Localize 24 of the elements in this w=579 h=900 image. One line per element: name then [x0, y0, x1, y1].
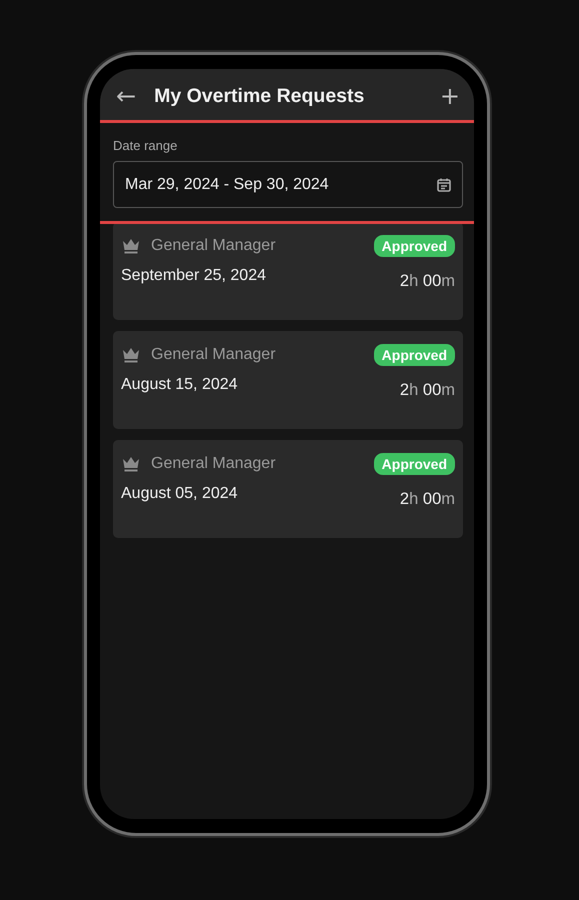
request-card[interactable]: General Manager Approved August 15, 2024 2h 00m	[113, 331, 463, 429]
status-badge: Approved	[374, 344, 455, 366]
status-badge: Approved	[374, 235, 455, 257]
crown-icon	[121, 347, 141, 363]
approver-name: General Manager	[151, 346, 277, 364]
request-card[interactable]: General Manager Approved August 05, 2024 2h 00m	[113, 440, 463, 538]
calendar-icon[interactable]	[436, 176, 452, 192]
duration: 2h 00m	[400, 272, 455, 291]
request-date: August 15, 2024	[121, 376, 239, 394]
request-date: September 25, 2024	[121, 266, 267, 284]
back-button[interactable]: ←	[116, 82, 136, 110]
crown-icon	[121, 456, 141, 472]
status-badge: Approved	[374, 453, 455, 475]
field-label: Date range	[113, 138, 178, 153]
crown-icon	[121, 238, 141, 254]
duration: 2h 00m	[400, 381, 455, 400]
add-button[interactable]: +	[440, 82, 460, 110]
request-date: August 05, 2024	[121, 484, 239, 502]
approver-name: General Manager	[151, 237, 277, 255]
duration: 2h 00m	[400, 490, 455, 509]
approver-name: General Manager	[151, 455, 277, 473]
request-card[interactable]: General Manager Approved September 25, 2024 2h 00m	[113, 222, 463, 320]
screen-title: My Overtime Requests	[154, 84, 366, 108]
date-range-field[interactable]: Mar 29, 2024 - Sep 30, 2024	[113, 161, 463, 208]
